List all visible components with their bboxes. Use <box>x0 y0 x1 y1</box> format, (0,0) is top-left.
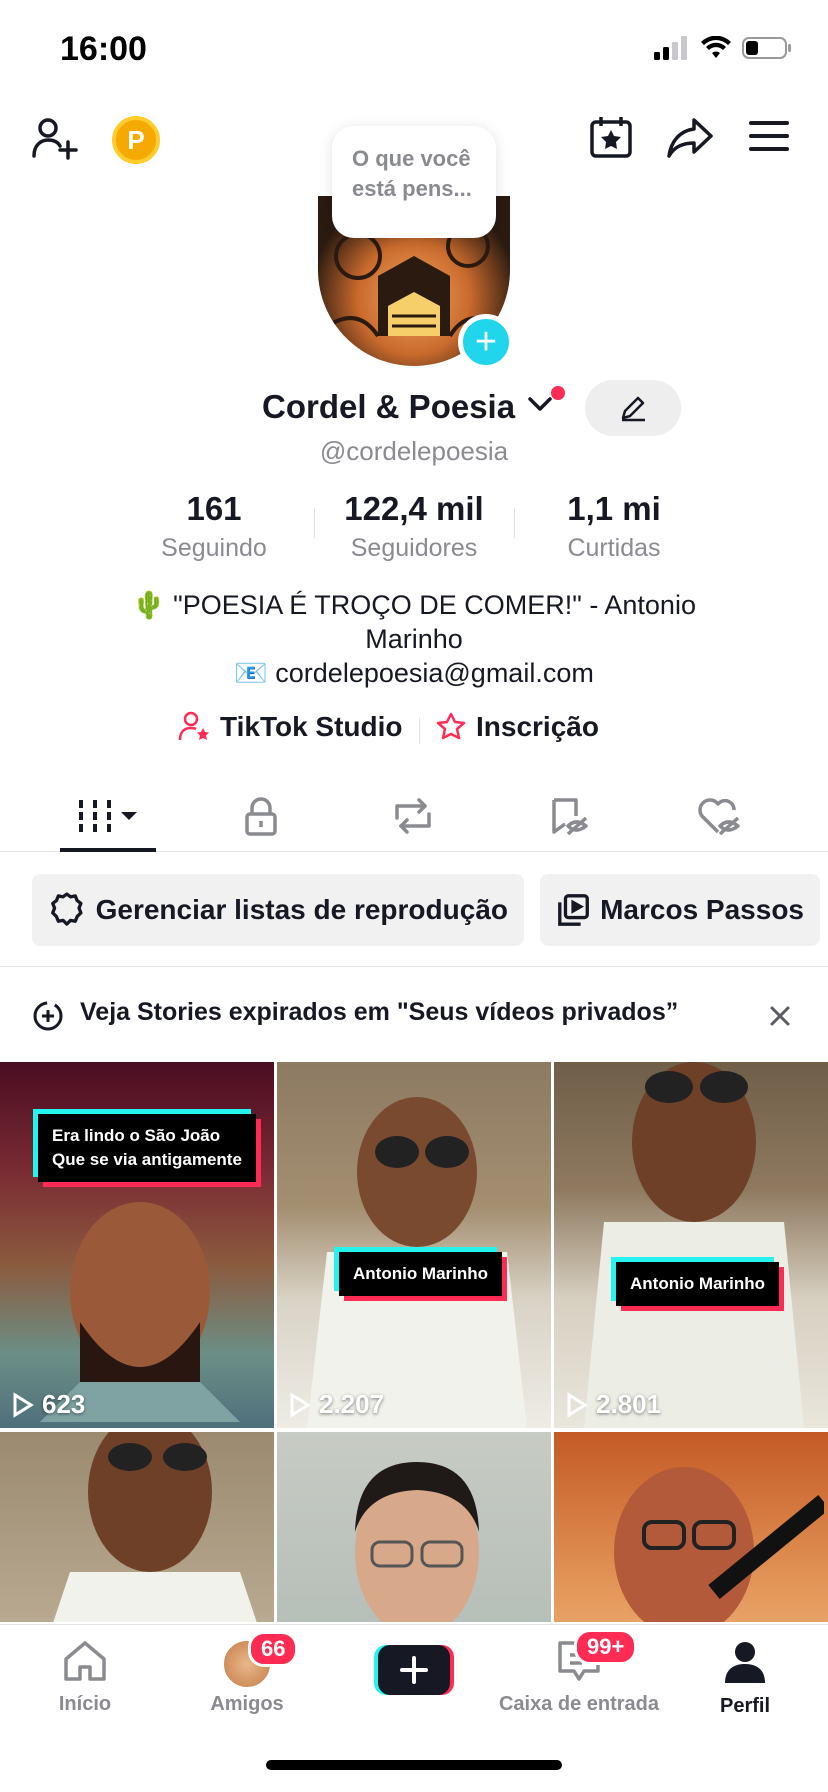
video-grid: Era lindo o São João Que se via antigame… <box>0 1062 828 1622</box>
nav-label: Início <box>58 1693 112 1715</box>
lock-icon <box>245 797 277 836</box>
divider <box>0 966 828 967</box>
stat-label: Seguindo <box>161 534 267 562</box>
nav-label: Caixa de entrada <box>498 1693 660 1715</box>
play-icon <box>567 1391 588 1418</box>
notification-dot <box>551 386 565 400</box>
profile-bio: 🌵 "POESIA É TROÇO DE COMER!" - Antonio M… <box>100 588 728 690</box>
video-thumbnail[interactable] <box>0 1432 274 1622</box>
share-icon[interactable] <box>666 116 714 158</box>
tab-liked[interactable] <box>664 780 774 852</box>
signal-icon <box>654 36 687 60</box>
coin-icon[interactable]: P <box>112 116 160 164</box>
subscription-link[interactable]: Inscrição <box>434 710 599 744</box>
nav-friends[interactable]: Amigos 66 <box>162 1631 332 1716</box>
star-heart-icon <box>436 712 466 740</box>
status-icons <box>654 36 792 60</box>
profile-handle: @cordelepoesia <box>319 436 509 466</box>
stat-value: 161 <box>186 490 242 527</box>
calendar-star-icon[interactable] <box>588 114 634 160</box>
user-star-icon <box>178 711 209 741</box>
video-views: 2.801 <box>566 1389 661 1420</box>
close-icon[interactable] <box>768 1004 792 1028</box>
status-bar: 16:00 <box>0 0 828 100</box>
stat-likes[interactable]: 1,1 mi Curtidas <box>514 490 714 563</box>
play-icon <box>13 1391 34 1418</box>
link-label: Inscrição <box>476 711 599 742</box>
playlist-row: Gerenciar listas de reprodução Marcos Pa… <box>0 874 828 946</box>
grid-dropdown-icon <box>79 800 137 832</box>
edit-profile-button[interactable] <box>585 380 681 436</box>
profile-name[interactable]: Cordel & Poesia <box>262 388 515 426</box>
inbox-badge: 99+ <box>574 1629 638 1665</box>
stat-following[interactable]: 161 Seguindo <box>114 490 314 563</box>
views-count: 623 <box>42 1389 86 1419</box>
bio-email[interactable]: 📧 cordelepoesia@gmail.com <box>100 656 728 690</box>
menu-icon[interactable] <box>748 118 790 154</box>
stat-label: Curtidas <box>567 534 661 562</box>
chevron-down-icon[interactable] <box>527 394 553 419</box>
tab-reposts[interactable] <box>358 780 468 852</box>
wifi-icon <box>701 36 731 58</box>
stat-label: Seguidores <box>350 534 478 562</box>
bio-line: 🌵 "POESIA É TROÇO DE COMER!" - Antonio M… <box>132 590 696 654</box>
profile-name-row: Cordel & Poesia <box>0 384 828 434</box>
gear-icon <box>51 892 83 926</box>
profile-icon <box>725 1642 765 1683</box>
nav-label: Perfil <box>719 1695 771 1717</box>
stat-followers[interactable]: 122,4 mil Seguidores <box>314 490 514 563</box>
home-icon <box>64 1641 106 1681</box>
button-label: Gerenciar listas de reprodução <box>95 894 508 925</box>
tab-videos[interactable] <box>53 780 163 852</box>
video-overlay-text: Antonio Marinho <box>339 1252 503 1296</box>
video-thumbnail[interactable]: Era lindo o São João Que se via antigame… <box>0 1062 274 1428</box>
views-count: 2.207 <box>319 1389 385 1419</box>
stat-value: 122,4 mil <box>344 490 484 527</box>
nav-label: Amigos <box>210 1693 284 1715</box>
manage-playlists-button[interactable]: Gerenciar listas de reprodução <box>32 874 524 946</box>
playlist-button[interactable]: Marcos Passos <box>540 874 820 946</box>
profile-stats: 161 Seguindo 122,4 mil Seguidores 1,1 mi… <box>0 490 828 570</box>
stories-banner-text: Veja Stories expirados em "Seus vídeos p… <box>80 998 679 1026</box>
button-label: Marcos Passos <box>600 894 804 925</box>
status-time: 16:00 <box>60 30 147 68</box>
video-overlay-text: Antonio Marinho <box>616 1262 780 1306</box>
link-divider <box>419 718 420 744</box>
video-overlay-text: Era lindo o São João Que se via antigame… <box>38 1114 256 1182</box>
heart-hidden-icon <box>698 798 740 836</box>
views-count: 2.801 <box>596 1389 662 1419</box>
stories-banner[interactable]: Veja Stories expirados em "Seus vídeos p… <box>0 990 828 1040</box>
tab-saved[interactable] <box>514 780 624 852</box>
repost-icon <box>395 798 431 834</box>
video-thumbnail[interactable] <box>554 1432 828 1622</box>
play-icon <box>290 1391 311 1418</box>
video-thumbnail[interactable]: Antonio Marinho 2.801 <box>554 1062 828 1428</box>
battery-icon <box>742 37 791 59</box>
add-story-button[interactable]: + <box>458 314 514 370</box>
playlist-icon <box>558 894 589 926</box>
nav-profile[interactable]: Perfil <box>660 1639 828 1718</box>
profile-links: TikTok Studio Inscrição <box>0 710 828 750</box>
video-thumbnail[interactable] <box>277 1432 551 1622</box>
nav-home[interactable]: Início <box>0 1639 170 1716</box>
story-plus-icon <box>33 1001 63 1031</box>
video-views: 623 <box>12 1389 85 1420</box>
friends-badge: 66 <box>248 1631 299 1667</box>
link-label: TikTok Studio <box>220 711 403 742</box>
tab-private[interactable] <box>206 780 316 852</box>
stat-value: 1,1 mi <box>567 490 661 527</box>
bookmark-hidden-icon <box>552 798 588 836</box>
pencil-icon <box>621 396 645 422</box>
nav-inbox[interactable]: Caixa de entrada 99+ <box>494 1629 664 1716</box>
video-views: 2.207 <box>289 1389 384 1420</box>
video-thumbnail[interactable]: Antonio Marinho 2.207 <box>277 1062 551 1428</box>
tiktok-studio-link[interactable]: TikTok Studio <box>178 710 403 744</box>
active-tab-indicator <box>60 848 156 852</box>
home-indicator[interactable] <box>266 1760 562 1770</box>
profile-tabs <box>0 780 828 852</box>
create-button[interactable] <box>374 1643 454 1697</box>
status-bubble[interactable]: O que você está pens... <box>332 126 496 238</box>
add-friend-icon[interactable] <box>30 114 78 162</box>
